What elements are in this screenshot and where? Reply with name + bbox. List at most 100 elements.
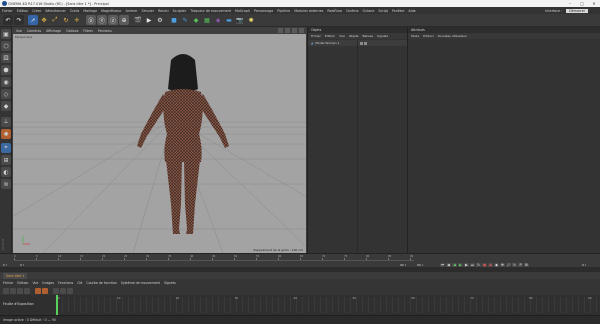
lock-workplane-icon[interactable]: ⊞	[1, 155, 11, 165]
tracker-menu-item-8[interactable]: Signets	[164, 281, 176, 285]
deformer-icon[interactable]: ◈	[213, 15, 223, 25]
move-icon[interactable]: ✥	[39, 15, 49, 25]
objects-menu-item-3[interactable]: Objets	[349, 34, 359, 38]
menu-item-14[interactable]: Pipeline	[277, 9, 290, 13]
maximize-button[interactable]: □	[576, 0, 588, 7]
model-mode-icon[interactable]: ⬡	[1, 41, 11, 51]
tracker-menu-item-1[interactable]: Edition	[17, 281, 28, 285]
dope-lane[interactable]	[56, 297, 600, 313]
menu-item-7[interactable]: Animer	[126, 9, 138, 13]
scale-icon[interactable]: ⤢	[50, 15, 60, 25]
menu-item-13[interactable]: Personnage	[254, 9, 273, 13]
menu-item-21[interactable]: Aide	[408, 9, 415, 13]
menu-item-3[interactable]: Sélectionner	[45, 9, 66, 13]
redo-icon[interactable]: ↷	[14, 15, 24, 25]
last-tool-icon[interactable]: ✛	[72, 15, 82, 25]
menu-item-11[interactable]: Traqueur de mouvement	[190, 9, 231, 13]
tracker-tool-7-icon[interactable]	[67, 287, 73, 294]
minimize-button[interactable]: –	[564, 0, 576, 7]
tracker-tool-6-icon[interactable]	[60, 287, 66, 294]
z-axis-icon[interactable]: Ⓩ	[108, 15, 118, 25]
orbit-icon[interactable]	[292, 28, 297, 33]
tracker-menu-item-7[interactable]: Système de mouvement	[121, 281, 160, 285]
viewport-menu-item-1[interactable]: Caméras	[27, 29, 41, 33]
viewport-menu-item-5[interactable]: Panneau	[98, 29, 112, 33]
tracker-curve-icon[interactable]	[42, 287, 48, 294]
menu-item-9[interactable]: Rendu	[158, 9, 168, 13]
objects-menu-item-4[interactable]: Balises	[363, 34, 374, 38]
menu-item-19[interactable]: Script	[378, 9, 388, 13]
tracker-tool-5-icon[interactable]	[53, 287, 59, 294]
live-select-icon[interactable]: ➚	[28, 15, 38, 25]
axis-mode-icon[interactable]: ⟂	[1, 117, 11, 127]
object-visibility-dots[interactable]	[360, 41, 367, 45]
viewport-menu-item-3[interactable]: Options	[66, 29, 78, 33]
attributes-menu-item-0[interactable]: Mode	[411, 34, 419, 38]
objects-menu-item-1[interactable]: Edition	[325, 34, 335, 38]
menu-item-2[interactable]: Créer	[32, 9, 41, 13]
menu-item-15[interactable]: Modules externes	[294, 9, 323, 13]
camera-icon[interactable]: 📷	[235, 15, 245, 25]
y-axis-icon[interactable]: Ⓨ	[97, 15, 107, 25]
attributes-menu-item-2[interactable]: Données utilisateur	[438, 34, 467, 38]
menu-item-1[interactable]: Edition	[17, 9, 28, 13]
undo-icon[interactable]: ↶	[3, 15, 13, 25]
view-toggle-icon[interactable]	[299, 28, 304, 33]
workplane-icon[interactable]: ⬢	[1, 65, 11, 75]
tracker-tool-1-icon[interactable]	[3, 287, 9, 294]
x-axis-icon[interactable]: Ⓧ	[86, 15, 96, 25]
attributes-tab[interactable]: Attributs	[411, 28, 425, 32]
cube-icon[interactable]: ■	[169, 15, 179, 25]
viewport[interactable]: Perspective Espacement de la grille: 10…	[13, 34, 306, 253]
tracker-tool-3-icon[interactable]	[17, 287, 23, 294]
objects-tab[interactable]: Objets	[311, 28, 321, 32]
rotate-icon[interactable]: ↻	[61, 15, 71, 25]
menu-item-10[interactable]: Sculpter	[173, 9, 187, 13]
render-picture-viewer-icon[interactable]: ▶	[144, 15, 154, 25]
objects-menu-item-0[interactable]: Fichier	[311, 34, 321, 38]
light-icon[interactable]: ✺	[246, 15, 256, 25]
viewport-menu-item-2[interactable]: Affichage	[46, 29, 61, 33]
pan-icon[interactable]	[278, 28, 283, 33]
menu-item-16[interactable]: RealFlow	[327, 9, 342, 13]
points-mode-icon[interactable]: ◉	[1, 77, 11, 87]
render-view-icon[interactable]: 🎬	[133, 15, 143, 25]
solo-icon[interactable]: ◐	[1, 167, 11, 177]
attributes-menu-item-1[interactable]: Edition	[423, 34, 433, 38]
floor-icon[interactable]: ▬	[224, 15, 234, 25]
objects-menu-item-5[interactable]: Signets	[377, 34, 388, 38]
array-icon[interactable]: ▦	[202, 15, 212, 25]
tracker-menu-item-5[interactable]: Clé	[77, 281, 82, 285]
snap-icon[interactable]: ⌖	[1, 143, 11, 153]
objects-menu-item-2[interactable]: Vue	[339, 34, 345, 38]
soft-selection-icon[interactable]: ≋	[1, 179, 11, 189]
pen-icon[interactable]: ✎	[180, 15, 190, 25]
menu-item-18[interactable]: Octane	[363, 9, 375, 13]
menu-item-12[interactable]: MoGraph	[235, 9, 250, 13]
layout-select[interactable]: Démarrer	[566, 8, 588, 13]
subdivision-icon[interactable]: ◆	[191, 15, 201, 25]
timeline-ruler[interactable]: 0 5 10 15 20 25 30 35 40 45 50 55 60 65 70 75 80 85 90	[14, 255, 414, 261]
tracker-menu-item-6[interactable]: Courbe de fonction	[86, 281, 116, 285]
viewport-menu-item-0[interactable]: Vue	[16, 29, 22, 33]
tab-tracker[interactable]: Sans titre 1	[3, 272, 28, 279]
playhead[interactable]	[56, 295, 58, 315]
tracker-menu-item-3[interactable]: Images	[42, 281, 54, 285]
polygons-mode-icon[interactable]: ◆	[1, 101, 11, 111]
tracker-menu-item-0[interactable]: Fichier	[3, 281, 13, 285]
render-settings-icon[interactable]: ⚙	[155, 15, 165, 25]
menu-item-8[interactable]: Simuler	[142, 9, 155, 13]
tracker-key-icon[interactable]	[35, 287, 41, 294]
zoom-icon[interactable]	[285, 28, 290, 33]
viewport-menu-item-4[interactable]: Filtres	[83, 29, 92, 33]
tweak-mode-icon[interactable]: ✺	[1, 129, 11, 139]
menu-item-17[interactable]: Cinéma	[346, 9, 359, 13]
menu-item-20[interactable]: Fenêtre	[392, 9, 404, 13]
make-editable-icon[interactable]: ▣	[1, 29, 11, 39]
tracker-menu-item-4[interactable]: Fonctions	[58, 281, 73, 285]
menu-item-4[interactable]: Outils	[70, 9, 80, 13]
world-icon[interactable]: ⊕	[119, 15, 129, 25]
texture-mode-icon[interactable]: ⚅	[1, 53, 11, 63]
menu-item-0[interactable]: Fichier	[2, 9, 13, 13]
tracker-menu-item-2[interactable]: Vue	[32, 281, 38, 285]
